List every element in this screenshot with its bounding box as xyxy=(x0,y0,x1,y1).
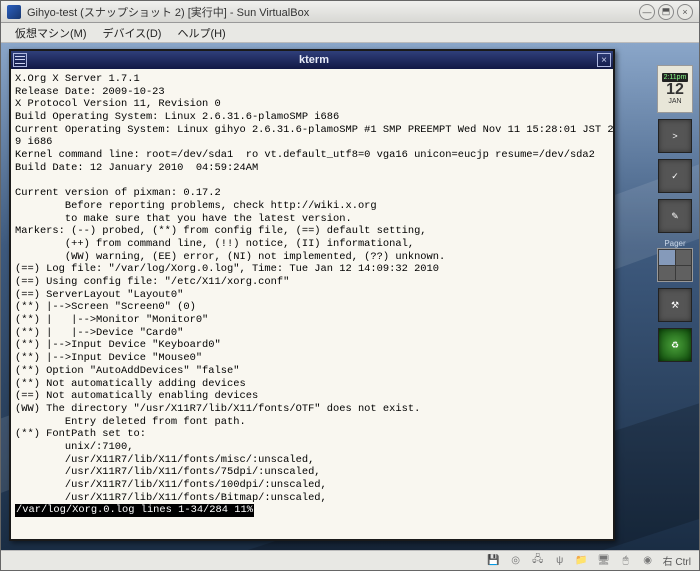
kterm-window[interactable]: kterm × X.Org X Server 1.7.1 Release Dat… xyxy=(9,49,615,541)
virtualbox-icon xyxy=(7,5,21,19)
maximize-button[interactable]: ⬒ xyxy=(658,4,674,20)
dock-clock[interactable]: 2:11pm 12 JAN xyxy=(657,65,693,113)
usb-icon[interactable]: ψ xyxy=(553,554,567,568)
checklist-icon[interactable]: ✓ xyxy=(658,159,692,193)
workspace-pager[interactable] xyxy=(657,248,693,282)
pager-status-line: /var/log/Xorg.0.log lines 1-34/284 11% xyxy=(15,504,254,517)
kterm-titlebar[interactable]: kterm × xyxy=(11,51,613,69)
clock-day: 12 xyxy=(666,82,684,98)
display-icon[interactable]: 🖥 xyxy=(597,554,611,568)
mouse-capture-icon[interactable]: 🖱 xyxy=(619,554,633,568)
kterm-terminal-output[interactable]: X.Org X Server 1.7.1 Release Date: 2009-… xyxy=(11,69,613,539)
shared-folder-icon[interactable]: 📁 xyxy=(575,554,589,568)
virtualbox-window: Gihyo-test (スナップショット 2) [実行中] - Sun Virt… xyxy=(0,0,700,571)
network-icon[interactable]: 🖧 xyxy=(531,554,545,568)
cd-icon[interactable]: ◎ xyxy=(509,554,523,568)
window-menu-icon[interactable] xyxy=(13,53,27,67)
terminal-icon[interactable]: > xyxy=(658,119,692,153)
minimize-button[interactable]: — xyxy=(639,4,655,20)
kterm-close-icon[interactable]: × xyxy=(597,53,611,67)
kterm-title-text: kterm xyxy=(31,54,597,66)
clock-month: JAN xyxy=(668,98,681,105)
vm-statusbar: 💾 ◎ 🖧 ψ 📁 🖥 🖱 ◉ 右 Ctrl xyxy=(1,550,699,570)
desktop-dock: 2:11pm 12 JAN > ✓ ✎ Pager ⚒ ♻ xyxy=(655,65,695,362)
outer-titlebar[interactable]: Gihyo-test (スナップショット 2) [実行中] - Sun Virt… xyxy=(1,1,699,23)
guest-desktop[interactable]: 2:11pm 12 JAN > ✓ ✎ Pager ⚒ ♻ kterm xyxy=(1,43,699,550)
menu-devices[interactable]: デバイス(D) xyxy=(95,23,170,43)
window-title: Gihyo-test (スナップショット 2) [実行中] - Sun Virt… xyxy=(27,4,639,20)
menu-machine[interactable]: 仮想マシン(M) xyxy=(7,23,95,43)
menu-help[interactable]: ヘルプ(H) xyxy=(169,23,233,43)
pager-label: Pager xyxy=(657,239,693,248)
note-icon[interactable]: ✎ xyxy=(658,199,692,233)
close-button[interactable]: × xyxy=(677,4,693,20)
screwdriver-icon[interactable]: ⚒ xyxy=(658,288,692,322)
disk-icon[interactable]: 💾 xyxy=(487,554,501,568)
outer-menubar: 仮想マシン(M) デバイス(D) ヘルプ(H) xyxy=(1,23,699,43)
status-bullet-icon: ◉ xyxy=(641,554,655,568)
hostkey-label: 右 Ctrl xyxy=(663,553,691,568)
recycle-icon[interactable]: ♻ xyxy=(658,328,692,362)
